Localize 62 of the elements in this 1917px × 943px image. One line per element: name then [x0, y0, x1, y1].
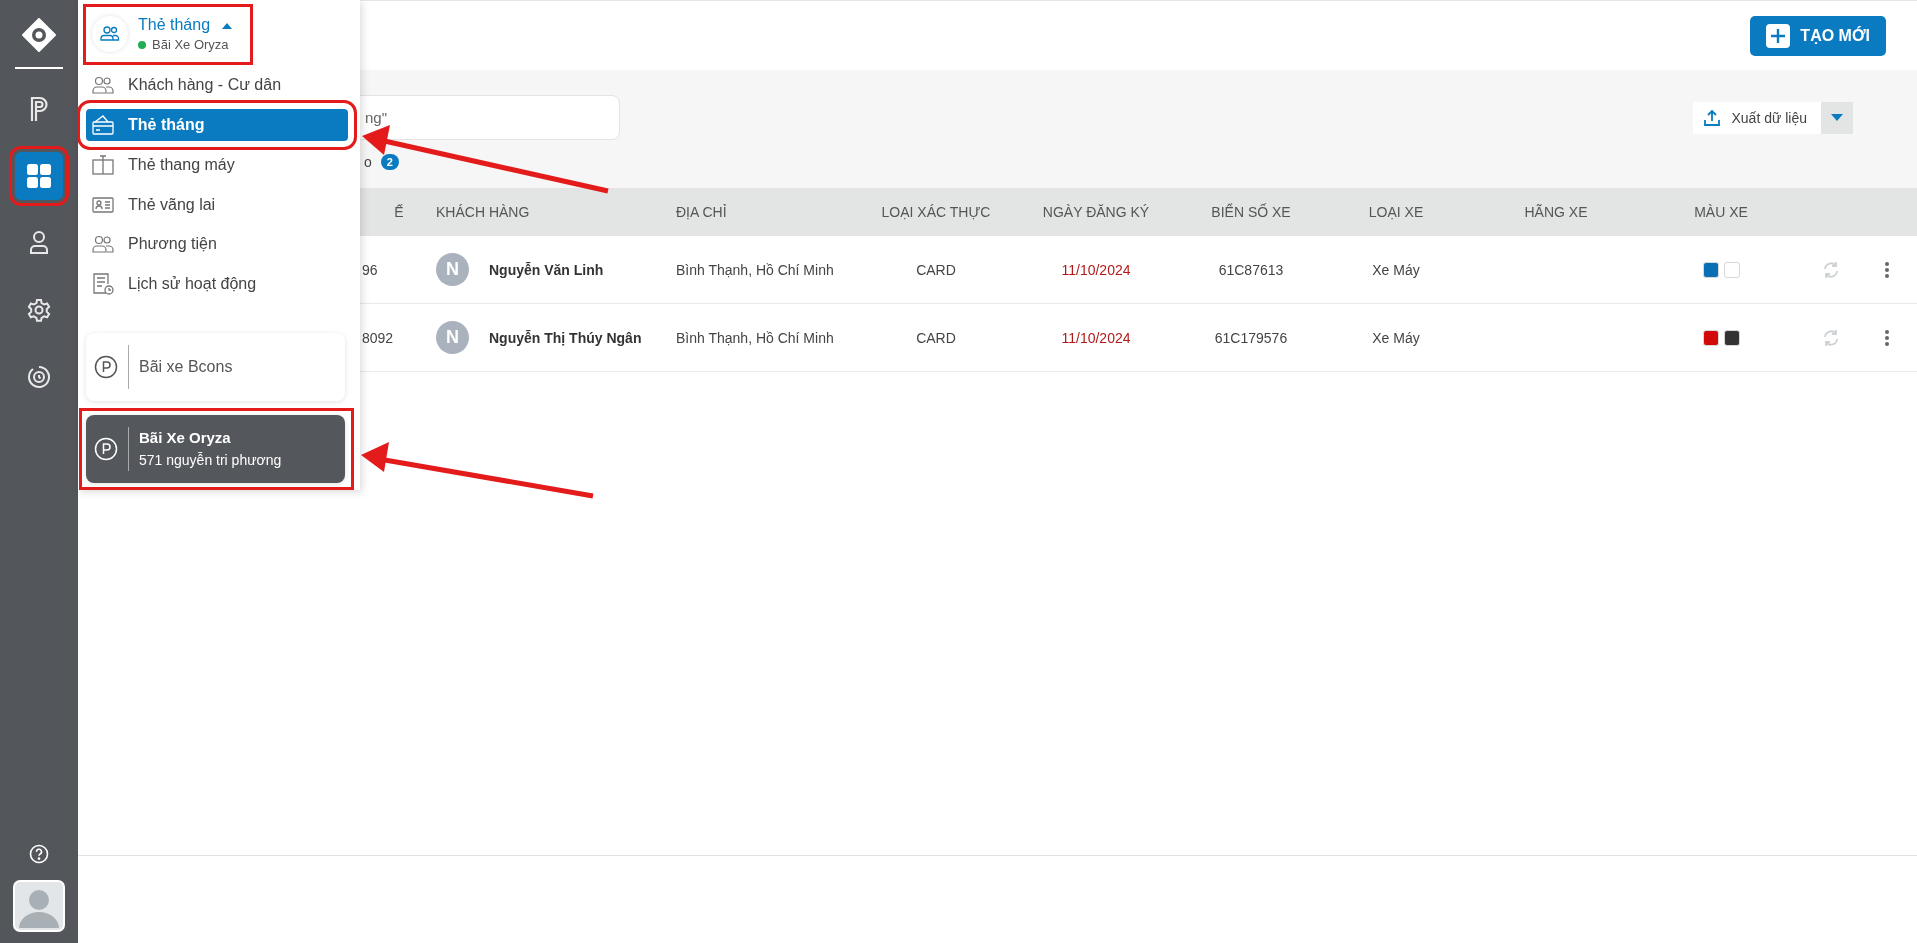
elevator-icon — [92, 154, 114, 175]
menu-title: Thẻ tháng — [138, 16, 211, 35]
parking-icon — [94, 436, 118, 461]
avatar: N — [436, 253, 469, 286]
menu-header[interactable]: Thẻ tháng Bãi Xe Oryza — [86, 7, 250, 62]
customer-name: Nguyễn Thị Thúy Ngân — [489, 329, 642, 346]
plus-icon — [1766, 23, 1791, 48]
grid-icon — [26, 163, 52, 189]
column-header: BIỂN SỐ XE — [1210, 204, 1292, 220]
column-header: ĐỊA CHỈ — [676, 204, 728, 220]
column-header: Ế — [393, 204, 405, 220]
table-cell-text: 61C87613 — [1217, 261, 1285, 278]
caret-icon — [1831, 114, 1843, 122]
column-header: MÀU XE — [1693, 204, 1749, 220]
column-header: LOẠI XE — [1367, 204, 1425, 220]
table-cell-text: 11/10/2024 — [1060, 329, 1132, 346]
user-icon — [29, 231, 49, 255]
parking-lot-name: Bãi Xe Oryza — [139, 429, 232, 447]
settings-icon — [27, 298, 51, 322]
table-cell-text: Bình Thạnh, Hồ Chí Minh — [676, 329, 835, 346]
logo-icon — [22, 18, 56, 52]
table-cell-text: 8092 — [362, 329, 395, 346]
table-cell-text: Xe Máy — [1371, 261, 1421, 278]
table-cell-text: Xe Máy — [1371, 329, 1421, 346]
table-cell-text: Bình Thạnh, Hồ Chí Minh — [676, 261, 835, 278]
people-icon — [92, 234, 114, 255]
parking-icon — [28, 96, 50, 122]
timer-icon — [27, 365, 51, 389]
table-cell-text: CARD — [915, 329, 957, 346]
count-badge: 2 — [380, 154, 399, 170]
more-icon[interactable] — [1883, 260, 1890, 279]
customer-name: Nguyễn Văn Linh — [489, 261, 604, 278]
dropdown-button[interactable] — [1821, 102, 1853, 134]
more-icon[interactable] — [1883, 328, 1890, 347]
column-header: LOẠI XÁC THỰC — [880, 204, 992, 220]
parking-lot-card[interactable]: Bãi xe Bcons — [86, 332, 345, 401]
caret-icon — [222, 21, 233, 29]
column-header: NGÀY ĐĂNG KÝ — [1041, 204, 1151, 220]
menu-subtitle: Bãi Xe Oryza — [152, 37, 229, 53]
menu-item[interactable]: Phương tiện — [86, 228, 354, 261]
create-button[interactable]: TẠO MỚI — [1750, 15, 1886, 56]
menu-item[interactable]: Thẻ thang máy — [86, 149, 354, 181]
people-icon — [92, 75, 114, 96]
menu-item[interactable]: Thẻ vãng lai — [86, 188, 354, 221]
column-header: HÃNG XE — [1523, 204, 1589, 220]
column-header: KHÁCH HÀNG — [436, 204, 531, 220]
id-card-icon — [92, 194, 114, 215]
help-icon[interactable] — [29, 844, 49, 864]
upload-icon — [1703, 109, 1722, 127]
card-icon — [92, 115, 114, 136]
parking-lot-name: Bãi xe Bcons — [139, 357, 233, 376]
export-button[interactable]: Xuất dữ liệu — [1693, 102, 1821, 134]
log-icon — [92, 273, 114, 296]
avatar: N — [436, 321, 469, 354]
parking-lot-address: 571 nguyễn tri phương — [139, 452, 282, 469]
menu-item[interactable]: Lịch sử hoạt động — [86, 268, 354, 300]
parking-icon — [94, 354, 118, 379]
table-cell-text: CARD — [915, 261, 957, 278]
table-cell-text: 96 — [362, 261, 379, 278]
table-cell-text: 11/10/2024 — [1060, 261, 1132, 278]
table-cell-text: 61C179576 — [1213, 329, 1289, 346]
filter-label[interactable]: o — [364, 154, 372, 170]
